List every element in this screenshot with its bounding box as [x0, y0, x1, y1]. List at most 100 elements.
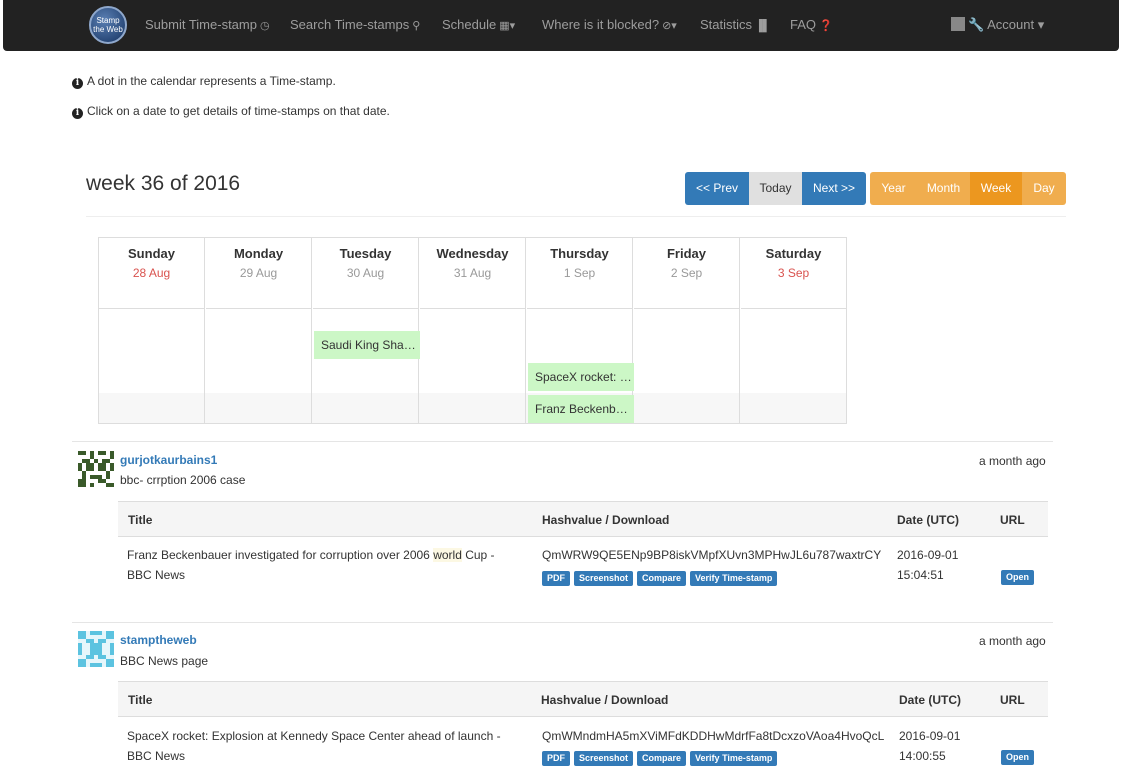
caret-down-icon: ▾	[1034, 17, 1045, 32]
view-week-button[interactable]: Week	[970, 172, 1022, 205]
question-icon: ❓	[819, 20, 833, 32]
pdf-button[interactable]: PDF	[542, 571, 570, 586]
user-avatar	[78, 451, 114, 487]
screenshot-button[interactable]: Screenshot	[574, 571, 634, 586]
today-button[interactable]: Today	[749, 172, 802, 205]
day-name: Wednesday	[436, 246, 509, 261]
open-button[interactable]: Open	[1001, 750, 1035, 765]
day-column-saturday[interactable]: Saturday 3 Sep	[741, 238, 846, 423]
day-date[interactable]: 29 Aug	[206, 266, 311, 280]
entry-date: 2016-09-01 15:04:51	[897, 548, 959, 582]
account-label: Account	[987, 17, 1035, 32]
hash-value: QmWRW9QE5ENp9BP8iskVMpfXUvn3MPHwJL6u787w…	[542, 548, 882, 562]
column-header-date: Date (UTC)	[897, 513, 959, 527]
bar-chart-icon: ▐▌	[755, 20, 771, 32]
time-ago: a month ago	[979, 454, 1046, 468]
entry-description: BBC News page	[120, 654, 209, 668]
day-name: Sunday	[128, 246, 175, 261]
verify-timestamp-button[interactable]: Verify Time-stamp	[690, 571, 778, 586]
day-name: Monday	[233, 246, 284, 261]
nav-label: Where is it blocked?	[542, 17, 660, 32]
entry-title: SpaceX rocket: Explosion at Kennedy Spac…	[127, 729, 501, 763]
column-header-url: URL	[1000, 693, 1025, 707]
nav-label: Schedule	[442, 17, 497, 32]
nav-label: Search Time-stamps	[290, 17, 410, 32]
column-header-hash: Hashvalue / Download	[542, 513, 670, 527]
day-name: Thursday	[550, 246, 609, 261]
next-button[interactable]: Next >>	[802, 172, 866, 205]
day-column-sunday[interactable]: Sunday 28 Aug	[99, 238, 205, 423]
day-name: Friday	[666, 246, 706, 261]
nav-faq[interactable]: FAQ ❓	[790, 17, 833, 32]
day-date[interactable]: 30 Aug	[313, 266, 418, 280]
calendar-event[interactable]: SpaceX rocket: …	[528, 363, 634, 391]
info-text: A dot in the calendar represents a Time-…	[87, 74, 336, 88]
pdf-button[interactable]: PDF	[542, 751, 570, 766]
wrench-icon: 🔧	[968, 17, 985, 32]
info-icon: i	[72, 108, 83, 119]
calendar-event[interactable]: Saudi King Sha…	[314, 331, 420, 359]
divider	[72, 441, 1053, 442]
open-button[interactable]: Open	[1001, 570, 1035, 585]
nav-where-blocked[interactable]: Where is it blocked? ⊘▾	[542, 17, 677, 32]
calendar-event[interactable]: Franz Beckenb…	[528, 395, 634, 423]
nav-statistics[interactable]: Statistics ▐▌	[700, 17, 771, 32]
ban-icon: ⊘▾	[662, 20, 677, 32]
column-header-title: Title	[128, 513, 153, 527]
user-avatar	[951, 17, 965, 31]
day-column-wednesday[interactable]: Wednesday 31 Aug	[420, 238, 526, 423]
search-icon: ⚲	[412, 20, 421, 32]
view-day-button[interactable]: Day	[1022, 172, 1066, 205]
search-highlight: world	[433, 548, 462, 562]
compare-button[interactable]: Compare	[637, 571, 687, 586]
divider	[72, 622, 1053, 623]
clock-icon: ◷	[259, 20, 270, 32]
column-header-url: URL	[1000, 513, 1025, 527]
username-link[interactable]: gurjotkaurbains1	[120, 453, 217, 467]
column-header-title: Title	[128, 693, 153, 707]
calendar-icon: ▦▾	[499, 20, 516, 32]
prev-button[interactable]: << Prev	[685, 172, 749, 205]
hash-value: QmWMndmHA5mXViMFdKDDHwMdrfFa8tDcxzoVAoa4…	[542, 729, 885, 743]
day-date[interactable]: 28 Aug	[99, 266, 204, 280]
nav-schedule[interactable]: Schedule ▦▾	[442, 17, 515, 32]
day-date[interactable]: 3 Sep	[741, 266, 846, 280]
user-avatar	[78, 631, 114, 667]
info-text: Click on a date to get details of time-s…	[87, 104, 390, 118]
entry-description: bbc- crrption 2006 case	[120, 473, 246, 487]
day-date[interactable]: 1 Sep	[527, 266, 632, 280]
divider	[86, 216, 1066, 217]
top-navbar: Stamp the Web Submit Time-stamp ◷ Search …	[3, 0, 1119, 51]
day-date[interactable]: 31 Aug	[420, 266, 525, 280]
info-icon: i	[72, 78, 83, 89]
entry-title: Franz Beckenbauer investigated for corru…	[127, 548, 495, 582]
view-year-button[interactable]: Year	[870, 172, 917, 205]
nav-label: Statistics	[700, 17, 753, 32]
download-buttons: PDF Screenshot Compare Verify Time-stamp	[542, 747, 781, 767]
time-ago: a month ago	[979, 634, 1046, 648]
username-link[interactable]: stamptheweb	[120, 633, 197, 647]
brand-logo[interactable]: Stamp the Web	[89, 6, 127, 44]
day-column-monday[interactable]: Monday 29 Aug	[206, 238, 312, 423]
screenshot-button[interactable]: Screenshot	[574, 751, 634, 766]
column-header-date: Date (UTC)	[899, 693, 961, 707]
info-line: i Click on a date to get details of time-…	[72, 104, 390, 119]
column-header-hash: Hashvalue / Download	[541, 693, 669, 707]
calendar-title: week 36 of 2016	[86, 172, 241, 195]
nav-label: FAQ	[790, 17, 817, 32]
week-calendar: Sunday 28 Aug Monday 29 Aug Tuesday 30 Aug …	[98, 237, 847, 424]
table-header: Title Hashvalue / Download Date (UTC) UR…	[118, 681, 1048, 717]
nav-label: Submit Time-stamp	[145, 17, 257, 32]
nav-submit-timestamp[interactable]: Submit Time-stamp ◷	[145, 17, 270, 32]
entry-date: 2016-09-01 14:00:55	[899, 729, 961, 763]
verify-timestamp-button[interactable]: Verify Time-stamp	[690, 751, 778, 766]
view-month-button[interactable]: Month	[917, 172, 970, 205]
day-column-friday[interactable]: Friday 2 Sep	[634, 238, 740, 423]
day-date[interactable]: 2 Sep	[634, 266, 739, 280]
compare-button[interactable]: Compare	[637, 751, 687, 766]
day-name: Tuesday	[339, 246, 392, 261]
nav-account-menu[interactable]: 🔧 Account ▾	[951, 17, 1044, 33]
info-line: i A dot in the calendar represents a Time…	[72, 74, 336, 89]
download-buttons: PDF Screenshot Compare Verify Time-stamp	[542, 567, 781, 587]
nav-search-timestamps[interactable]: Search Time-stamps ⚲	[290, 17, 420, 32]
